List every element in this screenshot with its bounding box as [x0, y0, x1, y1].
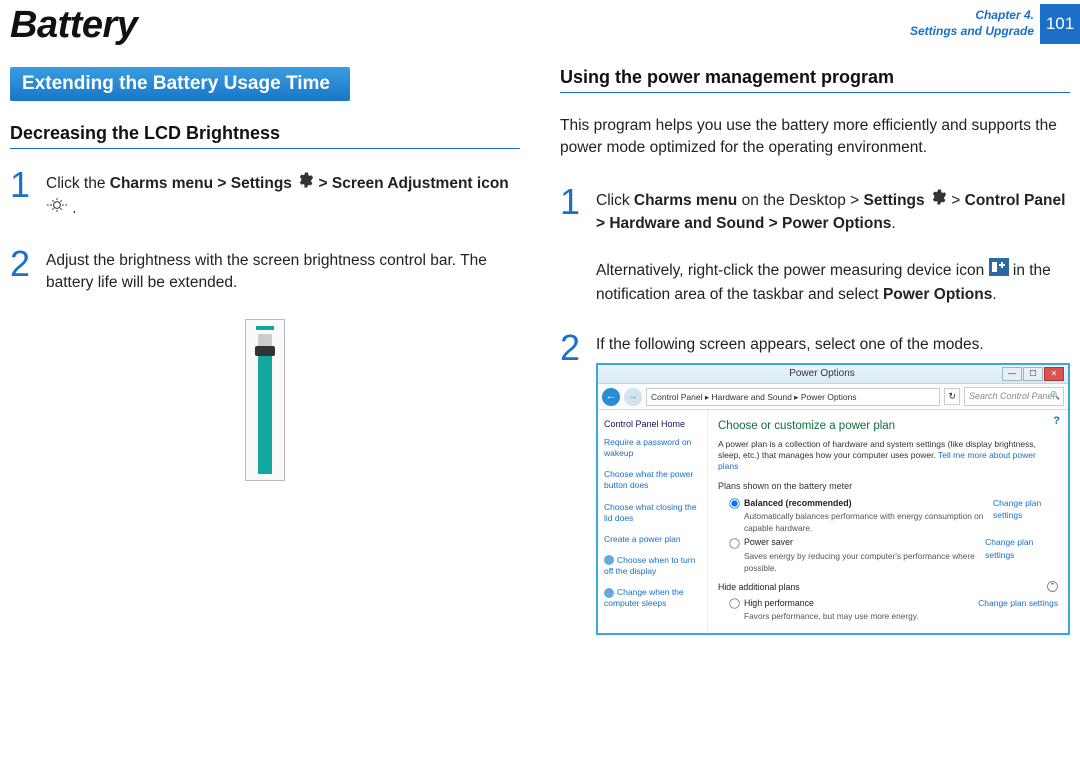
- plan-desc: Automatically balances performance with …: [728, 510, 993, 534]
- text-bold: Charms menu > Settings: [110, 175, 296, 192]
- main-heading: Choose or customize a power plan: [718, 418, 1058, 435]
- close-button[interactable]: ✕: [1044, 367, 1064, 381]
- collapse-icon[interactable]: ⌃: [1047, 581, 1058, 592]
- intro-text: This program helps you use the battery m…: [560, 111, 1070, 160]
- breadcrumb[interactable]: Control Panel ▸ Hardware and Sound ▸ Pow…: [646, 388, 940, 406]
- window-title: Power Options: [642, 367, 1002, 382]
- text: Click: [596, 192, 634, 209]
- text-bold: Charms menu: [634, 192, 737, 209]
- page-title: Battery: [10, 4, 137, 47]
- plan-name: High performance: [744, 598, 814, 608]
- subheading-power: Using the power management program: [560, 67, 1070, 93]
- forward-button[interactable]: →: [624, 388, 642, 406]
- sidebar-link[interactable]: Choose what the power button does: [604, 469, 701, 491]
- plan-name: Balanced (recommended): [744, 498, 852, 508]
- plans-subheading: Plans shown on the battery meter: [718, 480, 1058, 493]
- minimize-button[interactable]: —: [1002, 367, 1022, 381]
- text: Alternatively, right-click the power mea…: [596, 262, 989, 279]
- right-step-1: 1 Click Charms menu on the Desktop > Set…: [560, 184, 1070, 306]
- step-text: Adjust the brightness with the screen br…: [46, 246, 520, 295]
- plan-radio-powersaver[interactable]: [729, 538, 739, 548]
- chapter-line2: Settings and Upgrade: [910, 24, 1034, 38]
- text-bold: Power Options: [883, 286, 992, 303]
- sidebar-link[interactable]: Create a power plan: [604, 534, 701, 545]
- hide-plans-toggle[interactable]: Hide additional plans: [718, 581, 800, 594]
- subheading-lcd: Decreasing the LCD Brightness: [10, 123, 520, 149]
- maximize-button[interactable]: ☐: [1023, 367, 1043, 381]
- change-plan-link[interactable]: Change plan settings: [993, 497, 1058, 522]
- sidebar-link[interactable]: Change when the computer sleeps: [604, 587, 701, 609]
- gear-icon: [296, 171, 314, 196]
- step-text: If the following screen appears, select …: [596, 336, 984, 353]
- step-number: 2: [10, 246, 34, 282]
- plan-balanced: Balanced (recommended) Automatically bal…: [718, 497, 1058, 534]
- text: Click the: [46, 175, 110, 192]
- chapter-box: Chapter 4. Settings and Upgrade 101: [910, 4, 1080, 44]
- refresh-button[interactable]: ↻: [944, 388, 960, 405]
- text: .: [68, 200, 77, 217]
- sidebar: Control Panel Home Require a password on…: [598, 410, 708, 632]
- window-nav: ← → Control Panel ▸ Hardware and Sound ▸…: [598, 384, 1068, 410]
- step-number: 1: [10, 167, 34, 203]
- help-icon[interactable]: ?: [1053, 414, 1060, 430]
- display-icon: [604, 555, 614, 565]
- step-number: 2: [560, 330, 584, 366]
- change-plan-link[interactable]: Change plan settings: [985, 536, 1058, 561]
- sidebar-home[interactable]: Control Panel Home: [604, 418, 701, 431]
- brightness-icon: [46, 196, 68, 221]
- main-panel: ? Choose or customize a power plan A pow…: [708, 410, 1068, 632]
- text-bold: Settings: [864, 192, 929, 209]
- change-plan-link[interactable]: Change plan settings: [978, 597, 1058, 609]
- left-step-2: 2 Adjust the brightness with the screen …: [10, 246, 520, 295]
- sidebar-link[interactable]: Choose what closing the lid does: [604, 502, 701, 524]
- step-number: 1: [560, 184, 584, 220]
- brightness-slider: [10, 319, 520, 486]
- sidebar-link[interactable]: Require a password on wakeup: [604, 437, 701, 459]
- plan-high-performance: High performance Favors performance, but…: [718, 597, 1058, 622]
- plan-desc: Saves energy by reducing your computer's…: [728, 550, 985, 574]
- power-options-window: Power Options — ☐ ✕ ← → Control Panel ▸ …: [596, 363, 1070, 635]
- text: .: [992, 286, 996, 303]
- power-meter-icon: [989, 258, 1009, 283]
- text: .: [891, 215, 895, 232]
- plan-name: Power saver: [744, 537, 793, 547]
- window-titlebar: Power Options — ☐ ✕: [598, 365, 1068, 385]
- chapter-line1: Chapter 4.: [975, 8, 1034, 22]
- text-bold: > Screen Adjustment icon: [314, 175, 509, 192]
- section-banner: Extending the Battery Usage Time: [10, 67, 350, 101]
- back-button[interactable]: ←: [602, 388, 620, 406]
- plan-radio-balanced[interactable]: [729, 499, 739, 509]
- search-input[interactable]: Search Control Panel: [964, 387, 1064, 406]
- plan-power-saver: Power saver Saves energy by reducing you…: [718, 536, 1058, 573]
- text: on the Desktop >: [737, 192, 863, 209]
- main-description: A power plan is a collection of hardware…: [718, 439, 1058, 472]
- plan-radio-highperf[interactable]: [729, 599, 739, 609]
- plan-desc: Favors performance, but may use more ene…: [728, 610, 919, 622]
- sidebar-link[interactable]: Choose when to turn off the display: [604, 555, 701, 577]
- left-step-1: 1 Click the Charms menu > Settings > Scr…: [10, 167, 520, 222]
- text: >: [947, 192, 965, 209]
- sleep-icon: [604, 588, 614, 598]
- right-step-2: 2 If the following screen appears, selec…: [560, 330, 1070, 634]
- gear-icon: [929, 188, 947, 213]
- page-number: 101: [1040, 4, 1080, 44]
